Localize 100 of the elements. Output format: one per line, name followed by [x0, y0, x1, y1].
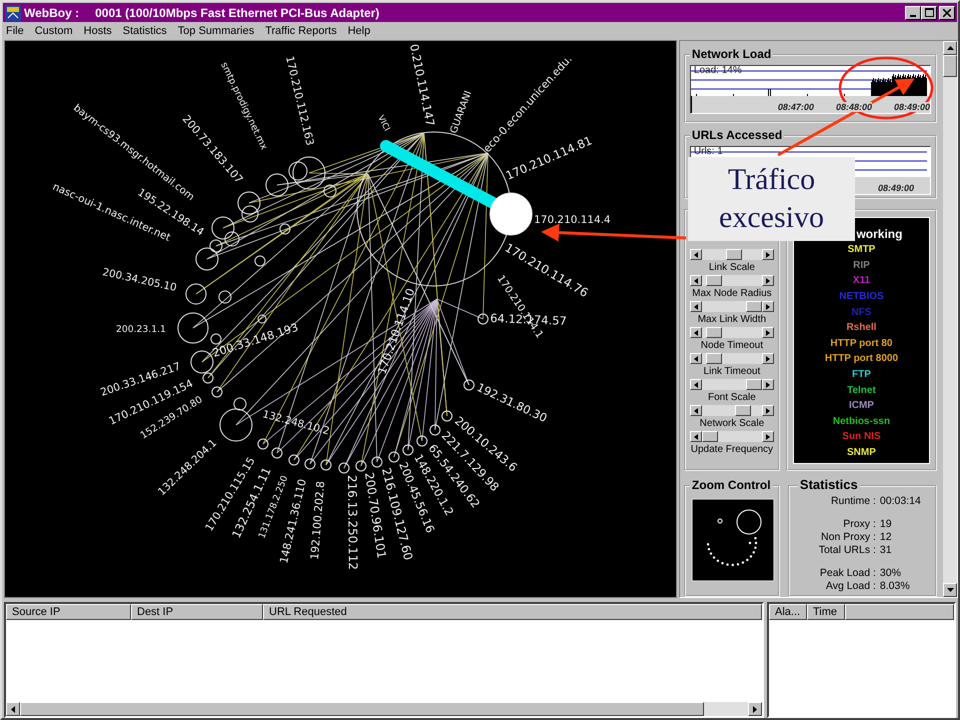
- slider-thumb[interactable]: [706, 275, 722, 286]
- stat-label: Total URLs :: [818, 544, 876, 557]
- legend-item: NFS: [851, 306, 872, 320]
- legend-item: HTTP port 8000: [824, 352, 898, 366]
- minimize-button[interactable]: [905, 6, 921, 20]
- node-circle[interactable]: [490, 192, 532, 236]
- zoom-preview-drawing[interactable]: [692, 499, 774, 581]
- menu-item[interactable]: Statistics: [122, 25, 167, 37]
- scroll-left-button[interactable]: [690, 353, 702, 364]
- window-title: 0001 (100/10Mbps Fast Ethernet PCI-Bus Adapter): [95, 6, 380, 20]
- scroll-right-button[interactable]: [762, 249, 774, 260]
- node-circle[interactable]: [416, 436, 428, 446]
- slider-label: Link Scale: [708, 261, 755, 274]
- maximize-button[interactable]: [921, 6, 937, 20]
- scroll-left-button[interactable]: [690, 301, 702, 312]
- menu-item[interactable]: File: [6, 25, 24, 37]
- node-circle[interactable]: [190, 350, 214, 374]
- node-circle[interactable]: [238, 192, 260, 214]
- close-button[interactable]: [939, 6, 955, 20]
- node-circle[interactable]: [178, 312, 208, 344]
- arrow-left-icon: [694, 278, 698, 284]
- node-label: 216.13.250.112: [345, 474, 360, 570]
- time-label: 08:49:00: [894, 102, 930, 112]
- column-header[interactable]: Time: [807, 604, 845, 620]
- legend-item: RIP: [853, 258, 870, 273]
- slider-label: Max Node Radius: [692, 287, 772, 300]
- arrow-right-icon: [766, 330, 770, 336]
- node-circle[interactable]: [288, 454, 300, 466]
- menu-item[interactable]: Custom: [34, 25, 73, 37]
- scroll-right-button[interactable]: [762, 431, 774, 442]
- node-circle[interactable]: [338, 462, 350, 474]
- node-circle[interactable]: [210, 240, 222, 252]
- scrollbar-thumb[interactable]: [943, 55, 957, 77]
- scroll-right-button[interactable]: [762, 353, 774, 364]
- slider-thumb[interactable]: [734, 405, 751, 416]
- scroll-up-button[interactable]: [943, 41, 957, 55]
- slider-thumb[interactable]: [726, 249, 742, 260]
- arrow-right-icon: [766, 408, 770, 414]
- vertical-scrollbar[interactable]: [943, 41, 957, 597]
- maximize-icon: [924, 8, 934, 17]
- legend-item: NETBIOS: [839, 290, 884, 304]
- scroll-right-button[interactable]: [762, 379, 774, 390]
- slider-label: Node Timeout: [700, 339, 764, 352]
- scroll-left-button[interactable]: [690, 379, 702, 390]
- scroll-right-button[interactable]: [762, 301, 774, 312]
- node-circle[interactable]: [258, 438, 268, 450]
- stat-value: 30%: [880, 567, 902, 580]
- node-label: 200.23.1.1: [116, 324, 166, 335]
- menu-item[interactable]: Top Summaries: [178, 25, 254, 37]
- slider-thumb[interactable]: [746, 379, 762, 390]
- node-circle[interactable]: [402, 444, 414, 456]
- node-circle[interactable]: [320, 460, 332, 470]
- node-circle[interactable]: [272, 448, 282, 458]
- stat-label: Peak Load :: [818, 567, 876, 580]
- node-circle[interactable]: [212, 386, 222, 398]
- node-circle[interactable]: [442, 410, 452, 422]
- app-name: WebBoy :: [24, 6, 80, 20]
- scroll-left-button[interactable]: [690, 327, 702, 338]
- scroll-left-button[interactable]: [6, 702, 20, 716]
- scroll-right-button[interactable]: [762, 275, 774, 286]
- menu-item[interactable]: Hosts: [84, 25, 112, 37]
- node-circle[interactable]: [356, 460, 366, 472]
- scroll-left-button[interactable]: [690, 405, 702, 416]
- node-circle[interactable]: [464, 380, 474, 390]
- node-circle[interactable]: [304, 458, 316, 470]
- column-header[interactable]: Dest IP: [131, 604, 263, 620]
- node-circle[interactable]: [372, 456, 382, 468]
- node-circle[interactable]: [212, 216, 234, 240]
- scroll-left-button[interactable]: [690, 431, 702, 442]
- stat-value: 12: [880, 531, 893, 544]
- scroll-left-button[interactable]: [690, 275, 702, 286]
- arrow-left-icon: [694, 382, 698, 388]
- scroll-right-button[interactable]: [762, 405, 774, 416]
- stat-label: Proxy :: [842, 518, 876, 531]
- slider-thumb[interactable]: [706, 353, 722, 364]
- node-circle[interactable]: [388, 452, 400, 462]
- stat-label: Avg Load :: [824, 580, 876, 593]
- scroll-right-button[interactable]: [762, 327, 774, 338]
- column-header[interactable]: Ala...: [769, 604, 807, 620]
- node-label: VICI: [376, 113, 392, 132]
- legend-item: Rshell: [846, 321, 876, 336]
- scroll-right-button[interactable]: [748, 702, 762, 716]
- slider-thumb[interactable]: [706, 327, 722, 338]
- node-circle[interactable]: [196, 248, 218, 270]
- node-circle[interactable]: [186, 284, 206, 304]
- column-header[interactable]: URL Requested: [263, 604, 762, 620]
- slider-thumb[interactable]: [746, 301, 762, 312]
- scroll-left-button[interactable]: [690, 249, 702, 260]
- node-circle[interactable]: [202, 372, 214, 384]
- scroll-down-button[interactable]: [943, 583, 957, 597]
- node-circle[interactable]: [266, 174, 288, 196]
- node-circle[interactable]: [430, 424, 440, 436]
- menu-item[interactable]: Traffic Reports: [265, 25, 337, 37]
- column-header[interactable]: Source IP: [6, 604, 131, 620]
- node-circle[interactable]: [478, 314, 488, 324]
- slider-thumb[interactable]: [702, 431, 718, 442]
- node-circle[interactable]: [220, 408, 252, 442]
- arrow-right-icon: [766, 356, 770, 362]
- node-circle[interactable]: [292, 156, 326, 190]
- menu-item[interactable]: Help: [348, 25, 370, 37]
